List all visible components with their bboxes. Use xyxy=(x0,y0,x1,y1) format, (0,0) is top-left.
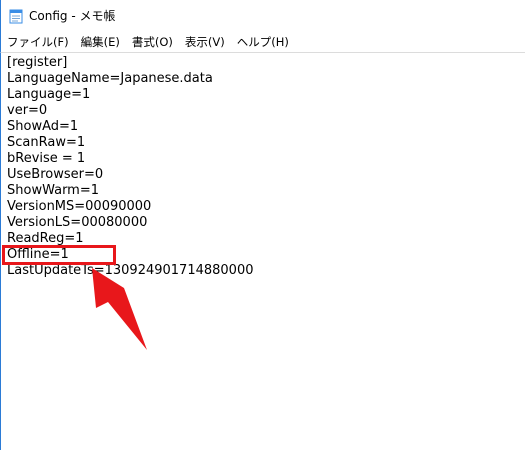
annotation-arrow xyxy=(92,268,147,350)
